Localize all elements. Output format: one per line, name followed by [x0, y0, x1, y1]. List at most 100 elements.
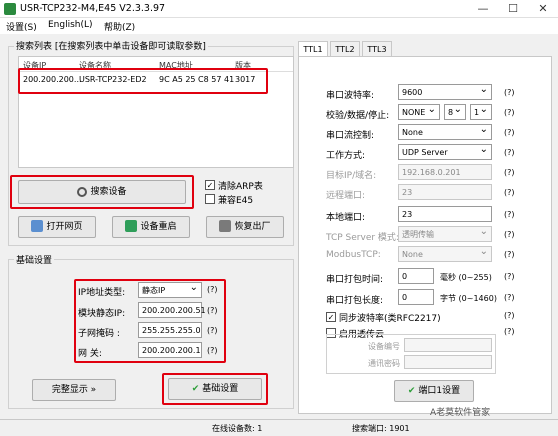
remote-port-input[interactable]: 23	[398, 184, 492, 200]
minimize-icon[interactable]: —	[468, 0, 498, 18]
mode-help[interactable]: (?)	[504, 148, 515, 157]
baud-help[interactable]: (?)	[504, 88, 515, 97]
flow-help[interactable]: (?)	[504, 128, 515, 137]
pack-len-input[interactable]: 0	[398, 289, 434, 305]
gateway-help[interactable]: (?)	[207, 346, 218, 355]
webpage-icon	[31, 220, 44, 232]
gateway-label: 网 关:	[78, 349, 102, 359]
title-bar: USR-TCP232-M4,E45 V2.3.3.97 — ☐ ✕	[0, 0, 558, 18]
online-count: 在线设备数: 1	[212, 424, 263, 433]
mask-input[interactable]: 255.255.255.0	[138, 322, 202, 338]
gateway-input[interactable]: 200.200.200.1	[138, 342, 202, 358]
local-port-label: 本地端口:	[326, 213, 366, 223]
factory-reset-label: 恢复出厂	[234, 222, 271, 232]
app-icon	[4, 3, 16, 15]
flow-label: 串口流控制:	[326, 131, 375, 141]
ip-type-help[interactable]: (?)	[207, 285, 218, 294]
data-bits-select[interactable]: 8	[444, 102, 466, 120]
target-ip-input[interactable]: 192.168.0.201	[398, 164, 492, 180]
open-web-label: 打开网页	[46, 222, 83, 232]
pack-len-unit: 字节 (0~1460)	[440, 294, 497, 303]
sync-baud-label: 同步波特率(类RFC2217)	[339, 314, 441, 324]
restart-button[interactable]: 设备重启	[112, 216, 190, 238]
restart-label: 设备重启	[140, 222, 177, 232]
tab-ttl3[interactable]: TTL3	[362, 41, 392, 57]
clear-arp-checkbox[interactable]: ✓	[205, 180, 215, 190]
factory-reset-button[interactable]: 恢复出厂	[206, 216, 284, 238]
clear-arp-label: 清除ARP表	[218, 182, 263, 192]
tab-ttl2[interactable]: TTL2	[330, 41, 360, 57]
watermark: A老莫软件管家	[430, 408, 491, 418]
ip-type-label: IP地址类型:	[78, 288, 126, 298]
mode-select[interactable]: UDP Server	[398, 142, 492, 160]
pack-time-input[interactable]: 0	[398, 268, 434, 284]
search-button[interactable]: 搜索设备	[18, 180, 186, 204]
close-icon[interactable]: ✕	[528, 0, 558, 18]
sync-baud-checkbox[interactable]: ✓	[326, 312, 336, 322]
maximize-icon[interactable]: ☐	[498, 0, 528, 18]
pack-time-unit: 毫秒 (0~255)	[440, 273, 492, 282]
baud-select[interactable]: 9600	[398, 82, 492, 100]
menu-settings[interactable]: 设置(S)	[6, 20, 37, 33]
pack-len-label: 串口打包长度:	[326, 296, 384, 306]
menu-english[interactable]: English(L)	[48, 20, 93, 30]
pack-time-help[interactable]: (?)	[504, 272, 515, 281]
target-ip-help[interactable]: (?)	[504, 168, 515, 177]
dev-id-input[interactable]	[404, 338, 492, 352]
device-row-highlight	[18, 68, 268, 94]
baud-label: 串口波特率:	[326, 91, 375, 101]
status-bar: 在线设备数: 1 搜索端口: 1901	[0, 419, 558, 436]
frame-label: 校验/数据/停止:	[326, 111, 390, 121]
tcp-mode-help[interactable]: (?)	[504, 230, 515, 239]
stop-bits-select[interactable]: 1	[470, 102, 492, 120]
local-port-input[interactable]: 23	[398, 206, 492, 222]
dev-pwd-label: 通讯密码	[368, 359, 400, 368]
modbus-label: ModbusTCP:	[326, 250, 381, 260]
static-ip-label: 模块静态IP:	[78, 309, 126, 319]
modbus-select[interactable]: None	[398, 244, 492, 262]
search-icon	[77, 187, 88, 197]
static-ip-help[interactable]: (?)	[207, 306, 218, 315]
mask-help[interactable]: (?)	[207, 326, 218, 335]
target-ip-label: 目标IP/域名:	[326, 171, 377, 181]
basic-set-label: 基础设置	[202, 384, 239, 394]
window-title: USR-TCP232-M4,E45 V2.3.3.97	[20, 3, 166, 14]
search-group-label: 搜索列表 [在搜索列表中单击设备即可读取参数]	[14, 39, 208, 52]
basic-group-label: 基础设置	[14, 253, 55, 266]
search-port: 搜索端口: 1901	[352, 424, 410, 433]
search-button-label: 搜索设备	[90, 187, 127, 197]
dev-pwd-input[interactable]	[404, 355, 492, 369]
port-set-button[interactable]: ✔ 端口1设置	[394, 380, 474, 402]
tab-ttl1[interactable]: TTL1	[298, 41, 328, 57]
local-port-help[interactable]: (?)	[504, 210, 515, 219]
open-web-button[interactable]: 打开网页	[18, 216, 96, 238]
factory-reset-icon	[219, 220, 232, 232]
port-set-label: 端口1设置	[418, 386, 461, 396]
full-display-button[interactable]: 完整显示 »	[32, 379, 116, 401]
frame-help[interactable]: (?)	[504, 108, 515, 117]
port-check-icon: ✔	[407, 386, 416, 396]
pack-len-help[interactable]: (?)	[504, 293, 515, 302]
dev-id-label: 设备编号	[368, 342, 400, 351]
remote-port-help[interactable]: (?)	[504, 188, 515, 197]
parity-select[interactable]: NONE	[398, 102, 440, 120]
tcp-mode-select[interactable]: 透明传输	[398, 224, 492, 242]
static-ip-input[interactable]: 200.200.200.51	[138, 302, 206, 318]
compat-e45-checkbox[interactable]	[205, 194, 215, 204]
menu-help[interactable]: 帮助(Z)	[104, 20, 135, 33]
remote-port-label: 远程端口:	[326, 191, 366, 201]
menu-bar: 设置(S) English(L) 帮助(Z)	[0, 18, 558, 34]
cloud-help[interactable]: (?)	[504, 327, 515, 336]
sync-baud-help[interactable]: (?)	[504, 311, 515, 320]
basic-set-button[interactable]: ✔ 基础设置	[168, 378, 262, 400]
restart-icon	[125, 220, 138, 232]
mode-label: 工作方式:	[326, 151, 366, 161]
flow-select[interactable]: None	[398, 122, 492, 140]
tcp-mode-label: TCP Server 模式:	[326, 233, 399, 243]
mask-label: 子网掩码 :	[78, 329, 120, 339]
check-icon: ✔	[191, 384, 200, 394]
compat-e45-label: 兼容E45	[218, 196, 254, 206]
ip-type-select[interactable]: 静态IP	[138, 280, 202, 298]
modbus-help[interactable]: (?)	[504, 250, 515, 259]
pack-time-label: 串口打包时间:	[326, 275, 384, 285]
